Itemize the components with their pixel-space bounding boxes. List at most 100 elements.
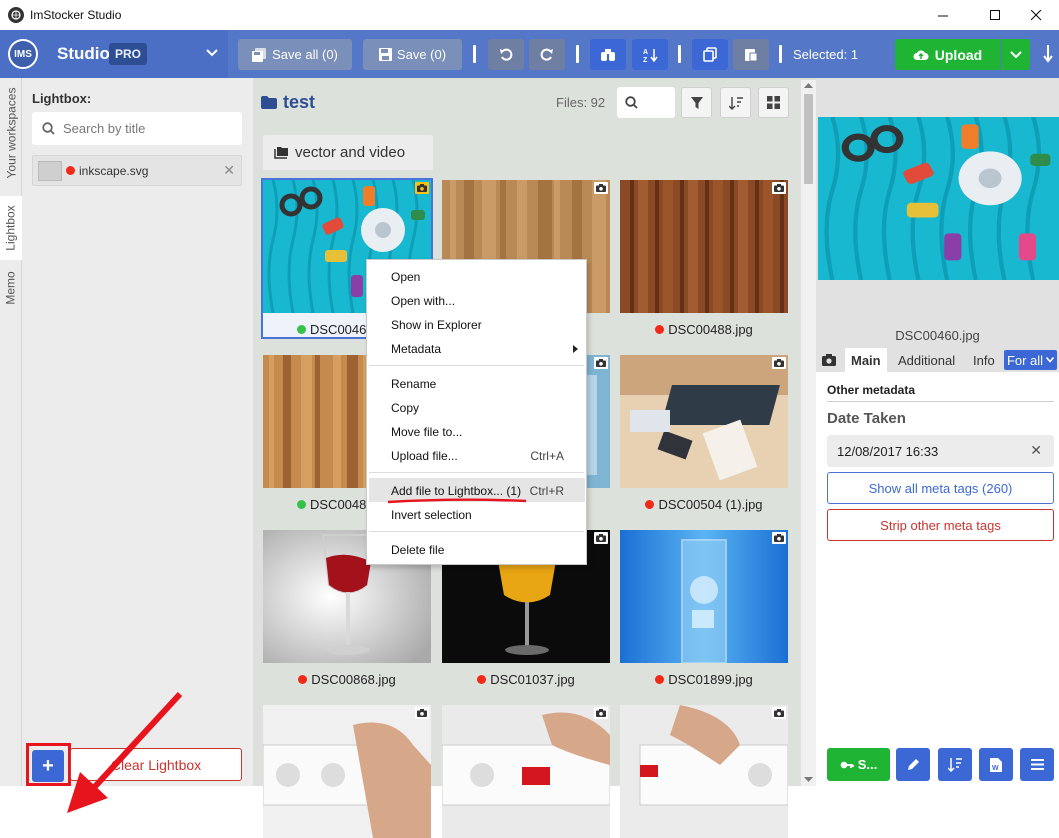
date-taken-value: 12/08/2017 16:33 — [837, 443, 939, 459]
status-dot — [645, 500, 655, 509]
show-all-meta-tags-button[interactable]: Show all meta tags (260) — [827, 472, 1054, 504]
search-icon — [42, 122, 55, 135]
sort-az-button[interactable]: AZ — [632, 39, 668, 70]
toolbar-actions: Save all (0) Save (0) AZ Selected: 1 Upl… — [228, 30, 1059, 78]
scroll-up-icon[interactable] — [804, 82, 813, 89]
clear-date-icon[interactable]: ✕ — [1030, 442, 1042, 459]
save-all-label: Save all (0) — [272, 47, 338, 62]
status-dot — [655, 325, 665, 334]
copy-metadata-button[interactable] — [692, 39, 728, 70]
menu-item-add-to-lightbox[interactable]: Add file to Lightbox... (1) — [391, 484, 521, 498]
menu-item-show-in-explorer[interactable]: Show in Explorer — [391, 318, 482, 332]
tab-memo[interactable]: Memo — [0, 266, 22, 310]
file-search-input[interactable] — [617, 87, 675, 118]
context-menu: Open Open with... Show in Explorer Metad… — [366, 259, 587, 565]
undo-button[interactable] — [488, 39, 524, 70]
lightbox-title: Lightbox: — [32, 91, 92, 106]
sort-icon — [728, 96, 743, 110]
camera-icon — [772, 532, 786, 544]
add-to-lightbox-button[interactable]: + — [32, 750, 64, 782]
chevron-down-icon — [1046, 357, 1055, 363]
files-count: Files: 92 — [556, 95, 606, 110]
tab-your-workspaces[interactable]: Your workspaces — [0, 78, 22, 188]
tab-camera[interactable] — [822, 348, 836, 372]
grid-view-button[interactable] — [758, 87, 789, 118]
folder-icon — [261, 96, 277, 109]
subfolder-item[interactable]: vector and video — [263, 135, 433, 170]
maximize-button[interactable] — [972, 0, 1018, 30]
studio-switcher[interactable]: IMS Studio PRO — [0, 30, 228, 78]
toolbar-separator — [473, 45, 476, 63]
menu-button[interactable] — [1020, 748, 1054, 781]
paste-metadata-button[interactable] — [733, 39, 769, 70]
for-all-dropdown[interactable]: For all — [1004, 350, 1057, 370]
file-tile[interactable] — [442, 705, 610, 838]
svg-text:Z: Z — [643, 57, 648, 63]
tab-info[interactable]: Info — [973, 348, 995, 372]
file-tile[interactable]: DSC00488.jpg — [620, 180, 788, 337]
maximize-icon — [989, 9, 1000, 20]
date-taken-field[interactable]: 12/08/2017 16:33 ✕ — [827, 435, 1054, 467]
lightbox-search-input[interactable]: Search by title — [32, 112, 242, 145]
key-save-button[interactable]: S... — [827, 748, 890, 781]
tab-label: Lightbox — [4, 205, 18, 251]
menu-item-copy[interactable]: Copy — [391, 401, 419, 415]
date-taken-label: Date Taken — [827, 410, 906, 427]
menu-item-move-file[interactable]: Move file to... — [391, 425, 462, 439]
key-icon — [840, 761, 854, 768]
paste-icon — [745, 49, 758, 62]
edit-button[interactable] — [896, 748, 930, 781]
close-icon — [1030, 9, 1041, 20]
detail-tabs: Main Additional Info For all — [816, 348, 1059, 372]
status-dot — [297, 325, 306, 334]
find-button[interactable] — [590, 39, 626, 70]
menu-item-invert-selection[interactable]: Invert selection — [391, 508, 472, 522]
save-button[interactable]: Save (0) — [363, 39, 462, 70]
vertical-scrollbar[interactable] — [801, 80, 816, 786]
camera-icon — [415, 707, 429, 719]
side-tabs: Your workspaces Lightbox Memo — [0, 78, 22, 786]
lightbox-item[interactable]: inkscape.svg ✕ — [32, 155, 242, 186]
download-arrow-icon[interactable] — [1042, 44, 1054, 64]
tab-additional[interactable]: Additional — [898, 348, 955, 372]
status-dot — [66, 166, 75, 175]
menu-separator — [369, 472, 584, 473]
file-tile[interactable]: DSC00504 (1).jpg — [620, 355, 788, 512]
menu-item-delete-file[interactable]: Delete file — [391, 543, 444, 557]
sort-fields-button[interactable] — [938, 748, 972, 781]
file-tile[interactable] — [263, 705, 431, 838]
cloud-upload-icon — [913, 50, 929, 60]
menu-item-rename[interactable]: Rename — [391, 377, 436, 391]
tab-lightbox[interactable]: Lightbox — [0, 196, 22, 260]
file-tile[interactable] — [620, 705, 788, 838]
file-caption: DSC00868.jpg — [263, 672, 431, 687]
lightbox-item-name: inkscape.svg — [79, 163, 149, 178]
window-title: ImStocker Studio — [30, 8, 122, 22]
preview-image — [818, 117, 1059, 280]
menu-item-upload-file[interactable]: Upload file... — [391, 449, 458, 463]
upload-button[interactable]: Upload — [895, 39, 1000, 70]
sort-button[interactable] — [720, 87, 751, 118]
upload-dropdown-button[interactable] — [1001, 39, 1030, 70]
save-all-button[interactable]: Save all (0) — [238, 39, 352, 70]
file-thumbnail — [620, 180, 788, 313]
key-save-label: S... — [857, 757, 878, 772]
scrollbar-thumb[interactable] — [804, 94, 813, 184]
file-name: DSC00868.jpg — [311, 672, 396, 687]
word-export-button[interactable]: W — [979, 748, 1013, 781]
remove-item-icon[interactable]: ✕ — [223, 162, 235, 179]
filter-button[interactable] — [681, 87, 712, 118]
file-thumbnail — [620, 530, 788, 663]
file-caption: DSC00488.jpg — [620, 322, 788, 337]
tab-main[interactable]: Main — [845, 348, 887, 372]
minimize-button[interactable] — [920, 0, 966, 30]
menu-item-metadata[interactable]: Metadata — [391, 342, 441, 356]
menu-item-open-with[interactable]: Open with... — [391, 294, 455, 308]
redo-button[interactable] — [529, 39, 565, 70]
file-tile[interactable]: DSC01899.jpg — [620, 530, 788, 687]
close-window-button[interactable] — [1013, 0, 1059, 30]
app-icon — [8, 7, 24, 23]
strip-meta-tags-button[interactable]: Strip other meta tags — [827, 509, 1054, 541]
menu-item-open[interactable]: Open — [391, 270, 420, 284]
scroll-down-icon[interactable] — [804, 776, 813, 783]
